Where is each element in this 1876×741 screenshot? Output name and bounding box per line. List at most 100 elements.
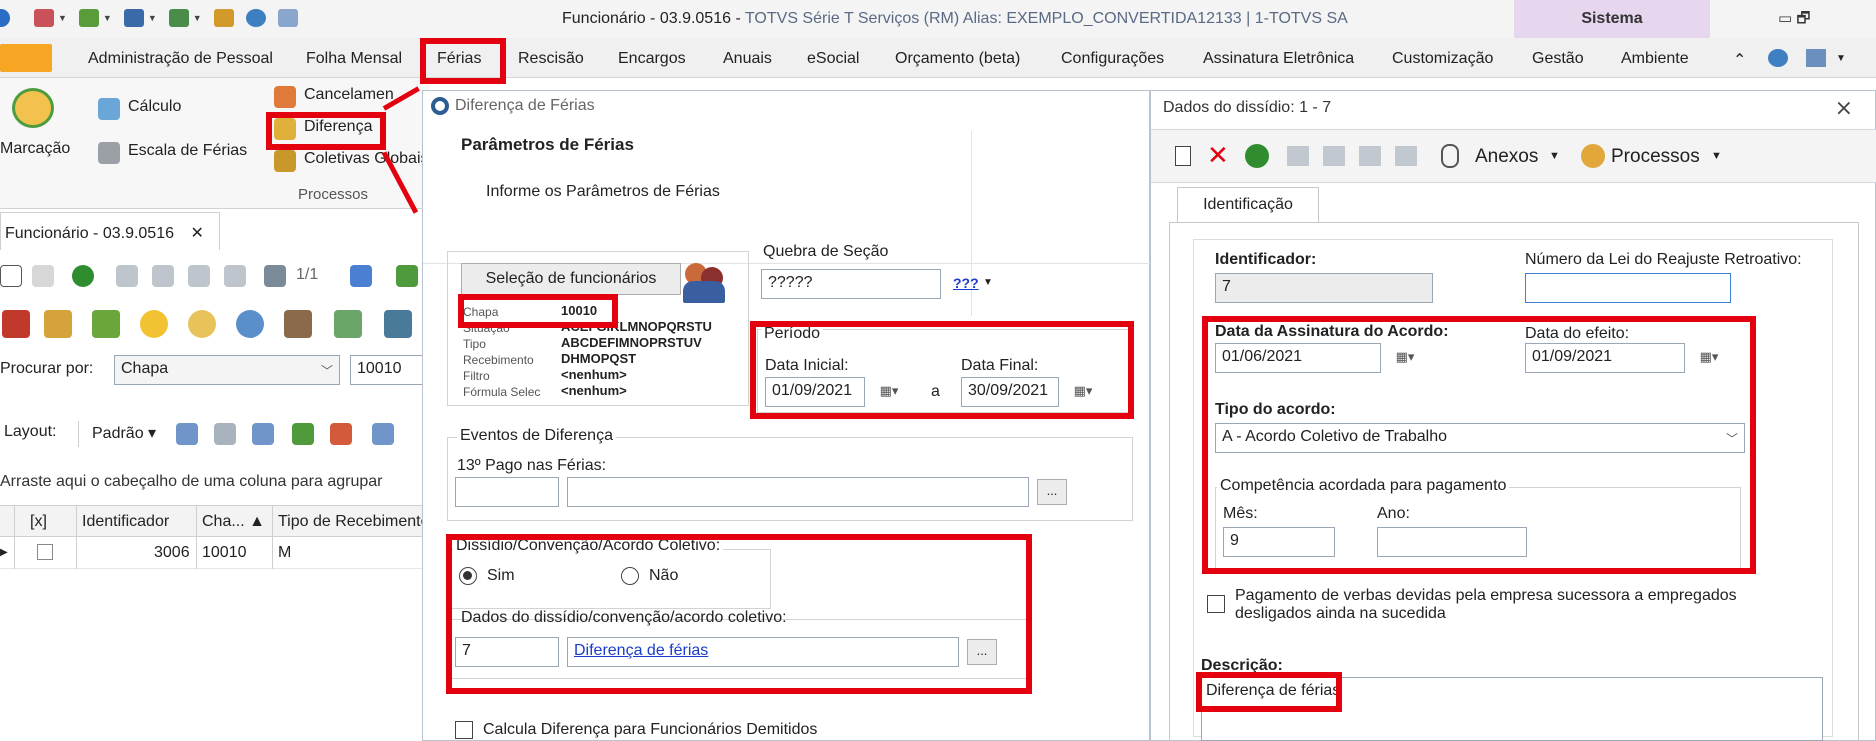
- calcula-demitidos-checkbox[interactable]: [455, 721, 473, 739]
- chevron-down-icon[interactable]: ▼: [103, 13, 112, 23]
- first-record-icon[interactable]: [116, 265, 138, 287]
- data-inicial-input[interactable]: 01/09/2021: [765, 377, 865, 407]
- last-record-icon[interactable]: [1395, 146, 1417, 166]
- layout-import-icon[interactable]: [292, 423, 314, 445]
- layout-icon[interactable]: [1806, 49, 1826, 67]
- database-icon[interactable]: [384, 310, 412, 338]
- anexos-button[interactable]: Anexos: [1475, 146, 1538, 168]
- menu-customizacao[interactable]: Customização: [1392, 50, 1493, 68]
- chevron-down-icon[interactable]: ▼: [1549, 150, 1560, 162]
- column-select[interactable]: [x]: [30, 513, 47, 531]
- copy-icon[interactable]: [277, 9, 298, 27]
- row-checkbox[interactable]: [37, 544, 53, 560]
- chevron-down-icon[interactable]: ▼: [193, 13, 202, 23]
- data-assinatura-input[interactable]: 01/06/2021: [1215, 343, 1381, 373]
- calcula-demitidos-label[interactable]: Calcula Diferença para Funcionários Demi…: [483, 721, 817, 739]
- pagamento-sucessora-label-1[interactable]: Pagamento de verbas devidas pela empresa…: [1235, 587, 1737, 605]
- layout-copy-icon[interactable]: [214, 423, 236, 445]
- run-icon[interactable]: [168, 9, 189, 27]
- chevron-down-icon[interactable]: ▼: [1836, 53, 1846, 64]
- menu-orcamento[interactable]: Orçamento (beta): [895, 50, 1020, 68]
- search-field-select[interactable]: Chapa ﹀: [114, 355, 340, 385]
- table-row[interactable]: ▶ 3006 10010 M: [0, 537, 430, 569]
- search-input[interactable]: 10010: [350, 355, 430, 385]
- ano-input[interactable]: [1377, 527, 1527, 557]
- document-tab[interactable]: Funcionário - 03.9.0516 ✕: [0, 212, 220, 250]
- calendar-grid-icon[interactable]: [350, 265, 372, 287]
- calendar-icon[interactable]: ▦▾: [1383, 344, 1427, 372]
- remove-user-icon[interactable]: [2, 310, 30, 338]
- ribbon-diferenca[interactable]: Diferença: [304, 118, 372, 136]
- column-identificador[interactable]: Identificador: [82, 513, 169, 531]
- coins-icon[interactable]: [44, 310, 72, 338]
- pago-ferias-desc-input[interactable]: [567, 477, 1029, 507]
- context-tab-sistema[interactable]: Sistema: [1514, 0, 1710, 38]
- next-record-icon[interactable]: [188, 265, 210, 287]
- menu-folha-mensal[interactable]: Folha Mensal: [306, 50, 402, 68]
- layout-export-icon[interactable]: [330, 423, 352, 445]
- data-final-input[interactable]: 30/09/2021: [961, 377, 1059, 407]
- tools-icon[interactable]: [213, 9, 234, 27]
- collapse-ribbon-icon[interactable]: ⌃: [1733, 50, 1746, 70]
- menu-configuracoes[interactable]: Configurações: [1061, 50, 1164, 68]
- previous-record-icon[interactable]: [152, 265, 174, 287]
- descricao-textarea[interactable]: Diferença de férias: [1201, 677, 1823, 741]
- pagamento-sucessora-checkbox[interactable]: [1207, 595, 1225, 613]
- numero-lei-input[interactable]: [1525, 273, 1731, 303]
- help-globe-icon[interactable]: [1768, 49, 1788, 67]
- chevron-down-icon[interactable]: ▼: [1711, 150, 1722, 162]
- app-icon[interactable]: [0, 9, 10, 27]
- ribbon-coletivas-globais[interactable]: Coletivas Globais: [304, 150, 429, 168]
- dissidio-sim-label[interactable]: Sim: [487, 567, 515, 585]
- refresh-icon[interactable]: [1245, 144, 1269, 168]
- processos-button[interactable]: Processos: [1611, 146, 1700, 168]
- export-icon[interactable]: [396, 265, 418, 287]
- layout-icon[interactable]: [123, 9, 144, 27]
- quebra-secao-input[interactable]: ?????: [761, 269, 941, 299]
- sun-icon[interactable]: [140, 310, 168, 338]
- tab-identificacao[interactable]: Identificação: [1177, 187, 1319, 223]
- edit-icon[interactable]: [32, 265, 54, 287]
- globe-icon[interactable]: [245, 9, 266, 27]
- calendar-icon[interactable]: ▦▾: [1061, 378, 1105, 406]
- layout-options-icon[interactable]: [372, 423, 394, 445]
- ribbon-calculo[interactable]: Cálculo: [128, 98, 181, 116]
- clock-icon[interactable]: [236, 310, 264, 338]
- first-record-icon[interactable]: [1287, 146, 1309, 166]
- next-record-icon[interactable]: [1359, 146, 1381, 166]
- dissidio-sim-radio[interactable]: [459, 567, 477, 585]
- document-check-icon[interactable]: [334, 310, 362, 338]
- mes-input[interactable]: 9: [1223, 527, 1335, 557]
- money-icon[interactable]: [92, 310, 120, 338]
- chevron-down-icon[interactable]: ▼: [983, 277, 993, 288]
- data-efeito-input[interactable]: 01/09/2021: [1525, 343, 1685, 373]
- calendar-icon[interactable]: ▦▾: [1687, 344, 1731, 372]
- window-add-icon[interactable]: [78, 9, 99, 27]
- sun-clock-icon[interactable]: [188, 310, 216, 338]
- dissidio-nao-radio[interactable]: [621, 567, 639, 585]
- ribbon-escala-ferias[interactable]: Escala de Férias: [128, 142, 247, 160]
- menu-assinatura[interactable]: Assinatura Eletrônica: [1203, 50, 1354, 68]
- chevron-down-icon[interactable]: ▼: [58, 13, 67, 23]
- delete-icon[interactable]: ✕: [1207, 140, 1229, 171]
- pagamento-sucessora-label-2[interactable]: desligados ainda na sucedida: [1235, 605, 1446, 623]
- menu-anuais[interactable]: Anuais: [723, 50, 772, 68]
- menu-rescisao[interactable]: Rescisão: [518, 50, 584, 68]
- selecao-funcionarios-button[interactable]: Seleção de funcionários: [461, 263, 681, 295]
- menu-ferias[interactable]: Férias: [437, 50, 481, 68]
- column-chapa[interactable]: Cha... ▲: [202, 513, 265, 531]
- close-icon[interactable]: ⨯: [1835, 95, 1853, 121]
- calendar-icon[interactable]: ▦▾: [867, 378, 911, 406]
- close-icon[interactable]: ✕: [190, 225, 203, 242]
- palette-icon[interactable]: [34, 9, 54, 27]
- pago-ferias-lookup-button[interactable]: ...: [1037, 479, 1067, 505]
- menu-ambiente[interactable]: Ambiente: [1621, 50, 1689, 68]
- tipo-acordo-select[interactable]: A - Acordo Coletivo de Trabalho ﹀: [1215, 423, 1745, 453]
- layout-select[interactable]: Padrão ▾: [92, 423, 156, 443]
- menu-administracao[interactable]: Administração de Pessoal: [88, 50, 273, 68]
- marcacao-icon[interactable]: [12, 88, 54, 128]
- previous-record-icon[interactable]: [1323, 146, 1345, 166]
- column-tipo-recebimento[interactable]: Tipo de Recebimento: [278, 513, 430, 531]
- new-record-icon[interactable]: [1175, 146, 1191, 166]
- dados-dissidio-code-input[interactable]: 7: [455, 637, 559, 667]
